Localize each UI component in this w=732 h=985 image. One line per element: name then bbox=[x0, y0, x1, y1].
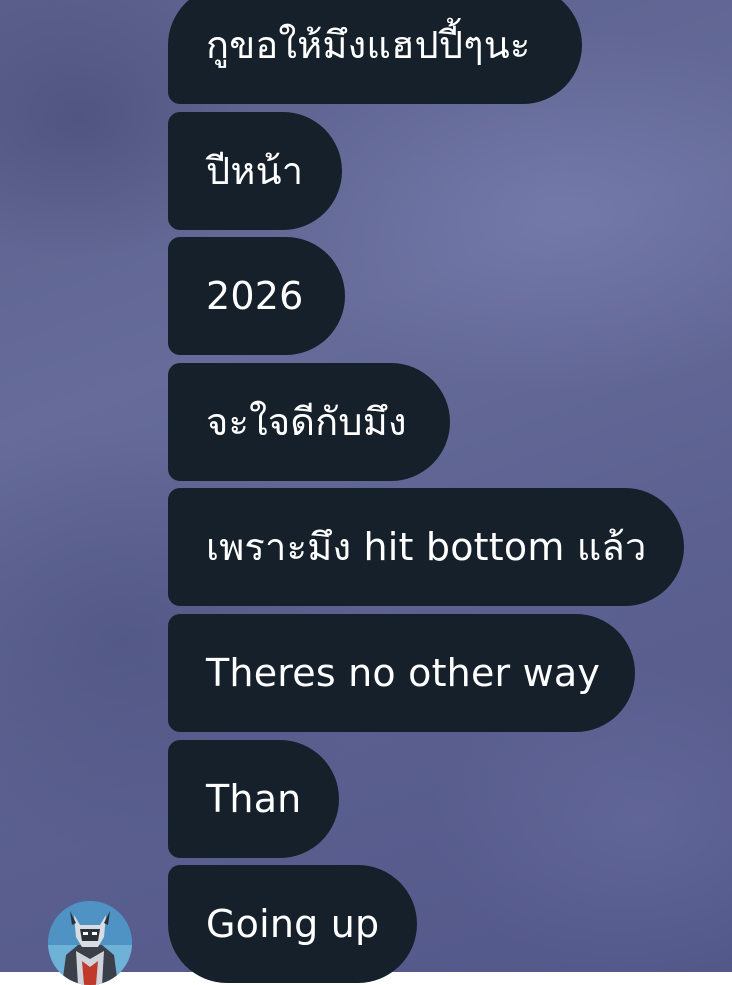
message-text: กูขอให้มึงแฮปปี้ๆนะ bbox=[206, 23, 531, 67]
message-bubble[interactable]: กูขอให้มึงแฮปปี้ๆนะ bbox=[168, 0, 582, 104]
message-bubble[interactable]: ปีหน้า bbox=[168, 112, 342, 230]
chat-background bbox=[0, 0, 732, 972]
armored-hero-cartoon-avatar-icon bbox=[48, 901, 132, 985]
message-text: จะใจดีกับมึง bbox=[206, 400, 407, 444]
message-bubble[interactable]: เพราะมึง hit bottom แล้ว bbox=[168, 488, 684, 606]
message-text: ปีหน้า bbox=[206, 149, 304, 193]
message-text: Than bbox=[206, 777, 302, 821]
message-text: Theres no other way bbox=[206, 651, 601, 695]
message-bubble[interactable]: Than bbox=[168, 740, 339, 858]
message-bubble[interactable]: Theres no other way bbox=[168, 614, 635, 732]
message-bubble[interactable]: Going up bbox=[168, 865, 417, 983]
message-bubble[interactable]: 2026 bbox=[168, 237, 345, 355]
message-bubble[interactable]: จะใจดีกับมึง bbox=[168, 363, 450, 481]
message-text: เพราะมึง hit bottom แล้ว bbox=[206, 525, 647, 569]
sender-avatar[interactable] bbox=[48, 901, 132, 985]
message-text: 2026 bbox=[206, 274, 304, 318]
message-text: Going up bbox=[206, 902, 380, 946]
